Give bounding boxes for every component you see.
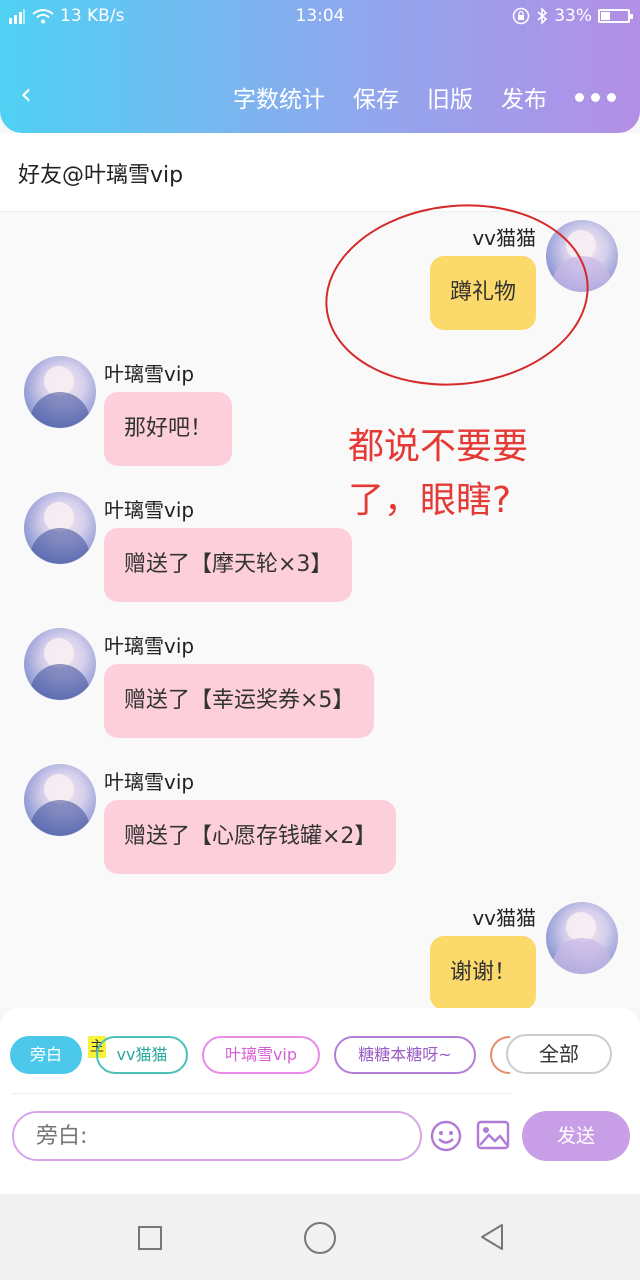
all-roles-button[interactable]: 全部 [506,1034,612,1074]
page-title: 好友@叶璃雪vip [18,163,184,188]
sender-name: 叶璃雪vip [104,498,195,522]
home-icon[interactable] [304,1222,336,1254]
annotation-line-2: 了，眼瞎? [348,480,512,521]
role-chip-vv[interactable]: vv猫猫 [96,1036,188,1074]
save-button[interactable]: 保存 [353,80,399,114]
annotation-line-1: 都说不要要 [348,426,529,467]
message-bubble[interactable]: 那好吧！ [104,392,233,466]
bluetooth-icon [537,7,548,25]
word-count-button[interactable]: 字数统计 [233,80,325,114]
rotation-lock-icon [512,7,530,25]
sender-name: vv猫猫 [472,906,536,930]
narration-chip[interactable]: 旁白 [10,1036,82,1074]
battery-percent: 33% [554,6,592,26]
image-icon[interactable] [476,1120,510,1150]
avatar[interactable] [24,764,96,836]
status-right: 33% [512,6,633,26]
avatar[interactable] [24,356,96,428]
avatar[interactable] [24,492,96,564]
role-chip-tangtang[interactable]: 糖糖本糖呀~ [334,1036,476,1074]
avatar[interactable] [24,628,96,700]
more-icon[interactable] [575,92,616,102]
subheader: 好友@叶璃雪vip [0,133,640,212]
message-bubble[interactable]: 赠送了【摩天轮×3】 [104,528,353,602]
annotation-text: 都说不要要 了，眼瞎? [348,420,588,528]
battery-icon [598,9,633,23]
divider [12,1093,512,1094]
back-button[interactable]: ‹ [20,78,32,112]
role-chip-yelixue[interactable]: 叶璃雪vip [202,1036,320,1074]
message-bubble[interactable]: 谢谢！ [429,936,536,1008]
sender-name: 叶璃雪vip [104,634,195,658]
publish-button[interactable]: 发布 [501,80,547,114]
toolbar: 字数统计 保存 旧版 发布 [233,80,616,114]
emoji-icon[interactable] [430,1120,462,1152]
back-triangle-icon[interactable] [478,1222,506,1252]
battery-fill [601,12,610,20]
sender-name: 叶璃雪vip [104,362,195,386]
status-bar: 13 KB/s 13:04 33% [0,0,640,34]
message-bubble[interactable]: 赠送了【幸运奖券×5】 [104,664,375,738]
recent-apps-icon[interactable] [138,1226,162,1250]
message-input[interactable] [12,1111,422,1161]
old-version-button[interactable]: 旧版 [427,80,473,114]
sender-name: 叶璃雪vip [104,770,195,794]
message-bubble[interactable]: 赠送了【心愿存钱罐×2】 [104,800,397,874]
header-bar: 13 KB/s 13:04 33% ‹ 字数统计 保存 旧版 发布 [0,0,640,133]
send-button[interactable]: 发送 [522,1111,630,1161]
avatar[interactable] [546,902,618,974]
